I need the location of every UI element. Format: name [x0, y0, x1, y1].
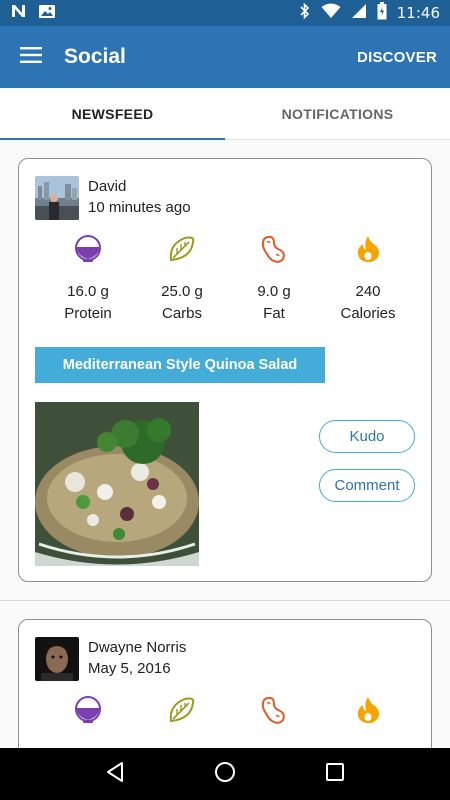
tab-bar: NEWSFEED NOTIFICATIONS	[0, 88, 450, 140]
tab-newsfeed[interactable]: NEWSFEED	[0, 88, 225, 140]
macro-calories: 240 Calories	[318, 233, 418, 322]
recipe-title-button[interactable]: Mediterranean Style Quinoa Salad	[35, 347, 325, 383]
back-button[interactable]	[93, 752, 137, 796]
calories-flame-icon	[318, 694, 418, 726]
fat-peanut-icon	[224, 233, 324, 265]
post-card: Dwayne Norris May 5, 2016	[18, 619, 432, 748]
avatar[interactable]	[35, 176, 79, 220]
macro-calories	[318, 694, 418, 726]
macro-carbs: 25.0 g Carbs	[132, 233, 232, 322]
macro-fat	[224, 694, 324, 726]
recents-icon	[325, 762, 345, 787]
avatar[interactable]	[35, 637, 79, 681]
status-bar: 11:46	[0, 0, 450, 26]
feed-divider	[0, 600, 450, 601]
food-photo[interactable]	[35, 402, 199, 566]
macro-fat: 9.0 g Fat	[224, 233, 324, 322]
macro-label: Fat	[263, 305, 285, 322]
system-nav-bar	[0, 748, 450, 800]
macro-value: 25.0 g	[161, 283, 203, 300]
carbs-leaf-icon	[132, 233, 232, 265]
page-title: Social	[64, 45, 126, 68]
macro-label: Calories	[340, 305, 396, 322]
protein-bowl-icon	[38, 233, 138, 265]
macro-value: 16.0 g	[67, 283, 109, 300]
carbs-leaf-icon	[132, 694, 232, 726]
post-timestamp: 10 minutes ago	[88, 199, 191, 216]
post-author-name[interactable]: Dwayne Norris	[88, 637, 186, 658]
signal-icon	[351, 3, 367, 24]
home-icon	[214, 761, 236, 788]
tab-notifications[interactable]: NOTIFICATIONS	[225, 88, 450, 139]
status-left-icons	[10, 3, 56, 24]
n-app-icon	[10, 3, 28, 24]
status-time: 11:46	[396, 4, 440, 22]
home-button[interactable]	[203, 752, 247, 796]
hamburger-menu-icon	[20, 46, 42, 68]
post-card: David 10 minutes ago 16.0 g Protein 25.0…	[18, 158, 432, 582]
back-icon	[105, 761, 125, 788]
image-icon	[38, 3, 56, 24]
menu-button[interactable]	[0, 26, 62, 88]
macro-protein	[38, 694, 138, 726]
protein-bowl-icon	[38, 694, 138, 726]
app-bar: Social DISCOVER	[0, 26, 450, 88]
battery-icon	[377, 1, 387, 25]
comment-button[interactable]: Comment	[319, 469, 415, 502]
bluetooth-icon	[299, 2, 311, 25]
status-right-icons: 11:46	[299, 1, 440, 25]
newsfeed-list[interactable]: David 10 minutes ago 16.0 g Protein 25.0…	[0, 140, 450, 748]
calories-flame-icon	[318, 233, 418, 265]
macro-value: 9.0 g	[257, 283, 291, 300]
wifi-icon	[321, 3, 341, 24]
macro-protein: 16.0 g Protein	[38, 233, 138, 322]
discover-button[interactable]: DISCOVER	[344, 49, 450, 66]
recents-button[interactable]	[313, 752, 357, 796]
post-author-name[interactable]: David	[88, 176, 191, 197]
macro-carbs	[132, 694, 232, 726]
post-timestamp: May 5, 2016	[88, 660, 171, 677]
macro-value: 240	[355, 283, 381, 300]
kudo-button[interactable]: Kudo	[319, 420, 415, 453]
post-header: Dwayne Norris May 5, 2016	[35, 637, 186, 681]
macro-label: Carbs	[161, 305, 202, 322]
post-header: David 10 minutes ago	[35, 176, 191, 220]
fat-peanut-icon	[224, 694, 324, 726]
macro-label: Protein	[64, 305, 112, 322]
